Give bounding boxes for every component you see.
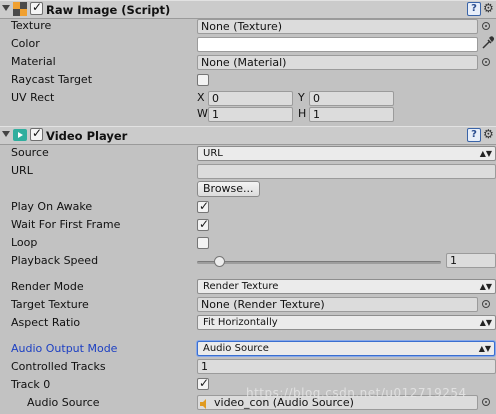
uv-x-label: X	[197, 91, 205, 104]
audio-output-mode-dropdown[interactable]: Audio Source ▲▼	[197, 341, 495, 356]
audio-output-mode-label: Audio Output Mode	[11, 342, 118, 355]
foldout-arrow-icon[interactable]	[2, 131, 10, 137]
browse-button[interactable]: Browse...	[197, 181, 260, 197]
aspect-ratio-dropdown[interactable]: Fit Horizontally ▲▼	[197, 315, 496, 330]
uv-w-label: W	[197, 107, 208, 120]
uv-w-field[interactable]: 1	[208, 107, 293, 122]
playback-speed-label: Playback Speed	[11, 254, 99, 267]
controlled-tracks-field[interactable]: 1	[197, 359, 496, 374]
loop-checkbox[interactable]	[197, 237, 209, 249]
object-picker-icon[interactable]	[482, 58, 490, 66]
texture-label: Texture	[11, 19, 52, 32]
video-player-enabled-checkbox[interactable]: ✓	[30, 126, 43, 141]
audio-source-icon	[200, 399, 206, 409]
object-picker-icon[interactable]	[482, 398, 490, 406]
material-field[interactable]: None (Material)	[197, 55, 478, 70]
object-picker-icon[interactable]	[482, 22, 490, 30]
uv-rect-label: UV Rect	[11, 91, 55, 104]
playback-speed-field[interactable]: 1	[446, 253, 496, 268]
aspect-ratio-label: Aspect Ratio	[11, 316, 81, 329]
dropdown-arrows-icon: ▲▼	[479, 282, 492, 291]
video-player-icon	[13, 129, 27, 141]
uv-x-field[interactable]: 0	[208, 91, 293, 106]
target-texture-field[interactable]: None (Render Texture)	[197, 297, 478, 312]
component-title: Video Player	[46, 129, 128, 143]
url-field[interactable]	[197, 164, 496, 179]
video-player-header[interactable]: ✓ Video Player ? ⚙	[0, 126, 496, 145]
color-swatch[interactable]	[197, 37, 478, 52]
checkmark-icon: ✓	[199, 376, 210, 390]
texture-field[interactable]: None (Texture)	[197, 19, 478, 34]
dropdown-arrows-icon: ▲▼	[479, 149, 492, 158]
loop-label: Loop	[11, 236, 38, 249]
play-on-awake-checkbox[interactable]: ✓	[197, 199, 210, 213]
playback-speed-slider[interactable]	[197, 261, 441, 264]
eyedropper-icon[interactable]	[481, 36, 494, 50]
render-mode-label: Render Mode	[11, 280, 84, 293]
playback-speed-slider-thumb[interactable]	[213, 256, 225, 267]
gear-icon[interactable]: ⚙	[483, 127, 494, 141]
component-title: Raw Image (Script)	[46, 3, 171, 17]
aspect-ratio-value: Fit Horizontally	[203, 317, 278, 328]
raycast-target-checkbox[interactable]	[197, 74, 209, 86]
object-picker-icon[interactable]	[482, 300, 490, 308]
track-0-label: Track 0	[11, 378, 51, 391]
help-icon[interactable]: ?	[467, 2, 481, 16]
dropdown-arrows-icon: ▲▼	[479, 318, 492, 327]
controlled-tracks-label: Controlled Tracks	[11, 360, 106, 373]
raycast-target-label: Raycast Target	[11, 73, 93, 86]
target-texture-label: Target Texture	[11, 298, 89, 311]
wait-first-frame-label: Wait For First Frame	[11, 218, 121, 231]
play-on-awake-label: Play On Awake	[11, 200, 93, 213]
raw-image-icon	[13, 2, 27, 16]
render-mode-value: Render Texture	[203, 281, 279, 292]
material-label: Material	[11, 55, 56, 68]
uv-y-label: Y	[298, 91, 305, 104]
uv-h-label: H	[298, 107, 307, 120]
source-value: URL	[203, 148, 223, 159]
uv-h-field[interactable]: 1	[309, 107, 394, 122]
gear-icon[interactable]: ⚙	[483, 1, 494, 15]
checkmark-icon: ✓	[199, 199, 210, 213]
source-dropdown[interactable]: URL ▲▼	[197, 146, 496, 161]
url-label: URL	[11, 164, 33, 177]
uv-y-field[interactable]: 0	[309, 91, 394, 106]
audio-source-label: Audio Source	[27, 396, 100, 409]
color-label: Color	[11, 37, 40, 50]
foldout-arrow-icon[interactable]	[2, 5, 10, 11]
render-mode-dropdown[interactable]: Render Texture ▲▼	[197, 279, 496, 294]
track-0-checkbox[interactable]: ✓	[197, 376, 210, 390]
watermark: https://blog.csdn.net/u012719254	[246, 386, 467, 400]
audio-output-mode-value: Audio Source	[203, 343, 269, 354]
help-icon[interactable]: ?	[467, 128, 481, 142]
checkmark-icon: ✓	[199, 217, 210, 231]
source-label: Source	[11, 146, 49, 159]
wait-first-frame-checkbox[interactable]: ✓	[197, 217, 210, 231]
dropdown-arrows-icon: ▲▼	[478, 344, 491, 353]
raw-image-header[interactable]: ✓ Raw Image (Script) ? ⚙	[0, 0, 496, 19]
raw-image-enabled-checkbox[interactable]: ✓	[30, 0, 43, 15]
